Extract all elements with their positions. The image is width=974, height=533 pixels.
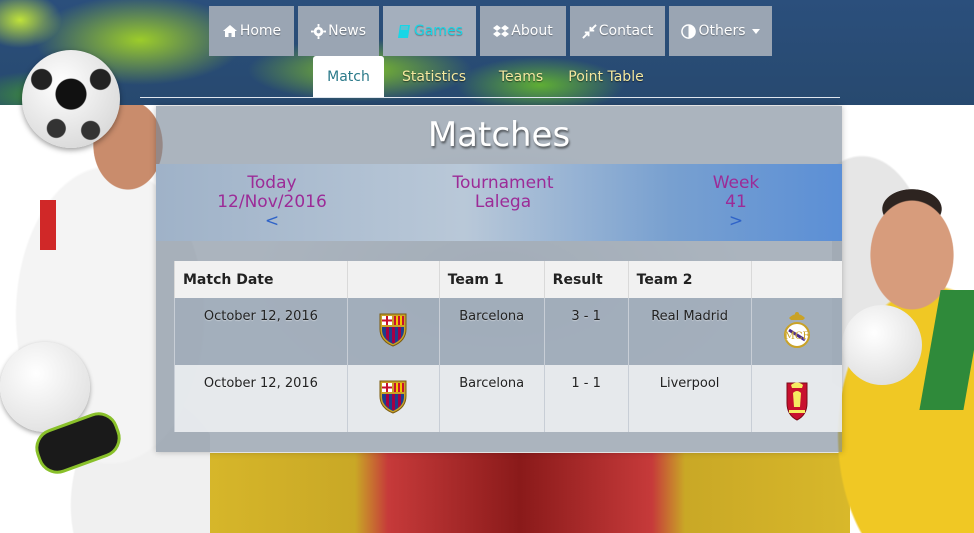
contrast-icon: [681, 23, 697, 39]
jersey-stripe-decoration: [40, 200, 56, 250]
table-header-row: Match Date Team 1 Result Team 2: [174, 261, 842, 298]
tab-match[interactable]: Match: [313, 56, 384, 97]
dropbox-icon: [493, 23, 510, 39]
nav-home-button[interactable]: Home: [209, 6, 294, 56]
liverpool-crest-icon: [786, 382, 808, 421]
header-team2-crest: [750, 261, 842, 298]
nav-contact-label: Contact: [598, 23, 654, 39]
subnav-divider: [140, 97, 840, 98]
games-subnav: Match Statistics Teams Point Table: [313, 56, 654, 97]
week-label: Week: [712, 173, 760, 193]
result-cell: 1 - 1: [543, 365, 629, 432]
page-title: Matches: [427, 115, 571, 155]
next-week-button[interactable]: >: [701, 212, 771, 231]
team2-crest-cell: MCF: [750, 298, 842, 365]
team1-crest-cell: [346, 298, 440, 365]
matches-table: Match Date Team 1 Result Team 2 October …: [174, 261, 842, 432]
week-info: Week 41 >: [701, 174, 771, 231]
header-result: Result: [543, 261, 629, 298]
nav-contact-button[interactable]: Contact: [570, 6, 665, 56]
nav-about-label: About: [511, 23, 553, 39]
today-info: Today 12/Nov/2016 <: [198, 174, 346, 231]
home-icon: [222, 23, 238, 39]
real-madrid-crest-icon: MCF: [783, 312, 810, 348]
nav-news-button[interactable]: News: [298, 6, 379, 56]
result-cell: 3 - 1: [543, 298, 629, 365]
barcelona-crest-icon: [379, 380, 407, 414]
right-ball-image: [842, 305, 922, 385]
tournament-name: Lalega: [474, 192, 532, 212]
team1-crest-cell: [346, 365, 440, 432]
tournament-label: Tournament: [452, 173, 554, 193]
team1-cell: Barcelona: [438, 365, 545, 432]
caret-down-icon: [751, 28, 760, 34]
table-row[interactable]: October 12, 2016 Barcelona 3 - 1 Real Ma…: [174, 298, 842, 365]
table-row[interactable]: October 12, 2016 Barcelona 1 - 1 Liverpo…: [174, 365, 842, 432]
nav-games-label: Games: [414, 23, 463, 39]
week-number: 41: [725, 192, 747, 212]
main-nav: Home News Games About Contact Others: [209, 6, 772, 56]
header-team2: Team 2: [627, 261, 752, 298]
team1-cell: Barcelona: [438, 298, 545, 365]
today-date: 12/Nov/2016: [217, 192, 327, 212]
header-team1: Team 1: [438, 261, 545, 298]
gear-icon: [311, 23, 327, 39]
team2-cell: Liverpool: [627, 365, 752, 432]
matches-panel: Matches Today 12/Nov/2016 < Tournament L…: [156, 106, 842, 452]
nav-others-dropdown[interactable]: Others: [669, 6, 772, 56]
match-date-cell: October 12, 2016: [174, 298, 348, 365]
soccer-ball-logo: [22, 50, 120, 148]
nav-news-label: News: [328, 23, 366, 39]
today-label: Today: [247, 173, 297, 193]
nav-about-button[interactable]: About: [480, 6, 566, 56]
team2-crest-cell: [750, 365, 842, 432]
team2-cell: Real Madrid: [627, 298, 752, 365]
prev-day-button[interactable]: <: [198, 212, 346, 231]
header-match-date: Match Date: [174, 261, 348, 298]
background-players-bottom: [190, 453, 850, 533]
barcelona-crest-icon: [379, 313, 407, 347]
svg-text:MCF: MCF: [784, 331, 809, 342]
book-icon: [396, 23, 412, 39]
tab-statistics[interactable]: Statistics: [384, 56, 484, 97]
match-date-cell: October 12, 2016: [174, 365, 348, 432]
tab-teams[interactable]: Teams: [484, 56, 558, 97]
tab-point-table[interactable]: Point Table: [558, 56, 654, 97]
nav-home-label: Home: [239, 23, 282, 39]
shrink-arrows-icon: [582, 23, 597, 39]
nav-others-label: Others: [698, 23, 746, 39]
header-team1-crest: [346, 261, 440, 298]
tournament-info: Tournament Lalega: [426, 174, 580, 212]
matches-table-wrapper: Match Date Team 1 Result Team 2 October …: [174, 261, 842, 432]
nav-games-button[interactable]: Games: [383, 6, 476, 56]
